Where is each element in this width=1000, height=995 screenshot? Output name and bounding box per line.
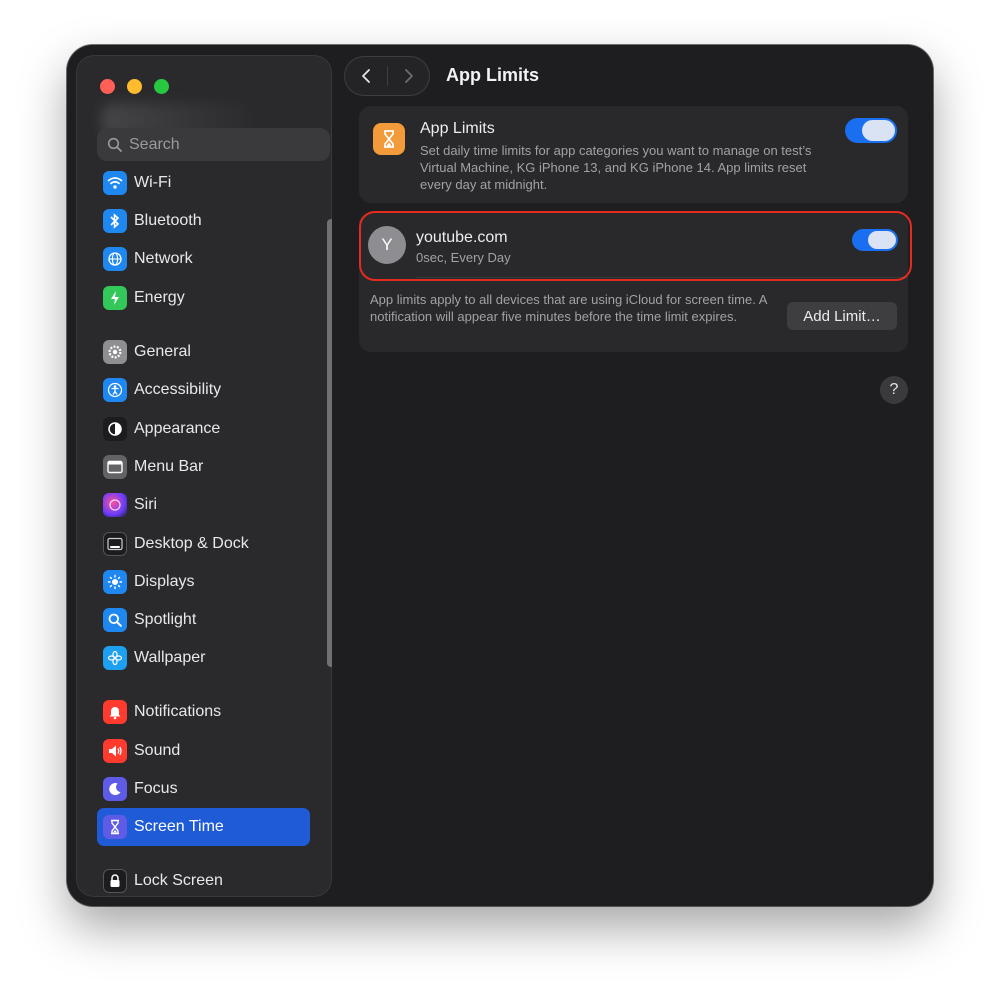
bluetooth-icon: [103, 209, 127, 233]
hourglass-icon: [373, 123, 405, 155]
sidebar-item-label: Appearance: [134, 420, 221, 437]
sidebar-item-label: Siri: [134, 496, 158, 513]
speaker-icon: [103, 739, 127, 763]
sidebar-item-screen-time[interactable]: Screen Time: [97, 808, 310, 846]
sidebar-item-label: Focus: [134, 780, 178, 797]
siri-icon: [103, 493, 127, 517]
flower-icon: [103, 646, 127, 670]
moon-icon: [103, 777, 127, 801]
bell-icon: [103, 700, 127, 724]
sidebar-item-label: Accessibility: [134, 381, 222, 398]
dock-icon: [103, 532, 127, 556]
sidebar-item-focus[interactable]: Focus: [97, 770, 310, 808]
sidebar-item-label: Displays: [134, 573, 195, 590]
sidebar-item-energy[interactable]: Energy: [97, 279, 310, 317]
sidebar-item-label: Sound: [134, 742, 181, 759]
app-limits-title: App Limits: [420, 120, 495, 137]
limit-toggle[interactable]: [852, 229, 898, 251]
sidebar-item-appearance[interactable]: Appearance: [97, 410, 310, 448]
sidebar-item-network[interactable]: Network: [97, 240, 310, 278]
sidebar-item-label: Wi-Fi: [134, 174, 172, 191]
app-limits-card: App Limits Set daily time limits for app…: [359, 106, 908, 203]
sidebar-scroll-thumb[interactable]: [327, 219, 332, 667]
toggle-knob: [868, 231, 896, 249]
sidebar-item-notifications[interactable]: Notifications: [97, 693, 310, 731]
add-limit-button[interactable]: Add Limit…: [787, 302, 897, 330]
sidebar-item-general[interactable]: General: [97, 333, 310, 371]
sidebar-item-label: Lock Screen: [134, 872, 223, 889]
app-limits-toggle[interactable]: [845, 118, 897, 143]
sidebar-item-label: Bluetooth: [134, 212, 202, 229]
chevron-right-icon: [404, 69, 413, 83]
accessibility-icon: [103, 378, 127, 402]
search-input[interactable]: Search: [97, 128, 330, 161]
sidebar: Search Wi-Fi Bluetooth Network Energy Ge…: [76, 55, 332, 897]
search-placeholder: Search: [129, 135, 180, 153]
sidebar-item-wifi[interactable]: Wi-Fi: [97, 164, 310, 202]
sidebar-item-menu-bar[interactable]: Menu Bar: [97, 448, 310, 486]
wifi-icon: [103, 171, 127, 195]
sidebar-item-label: Wallpaper: [134, 649, 206, 666]
sidebar-item-accessibility[interactable]: Accessibility: [97, 371, 310, 409]
globe-icon: [103, 247, 127, 271]
search-icon: [107, 137, 122, 152]
close-window-button[interactable]: [100, 79, 115, 94]
forward-button[interactable]: [387, 56, 430, 96]
lock-icon: [103, 869, 127, 893]
sidebar-item-wallpaper[interactable]: Wallpaper: [97, 639, 310, 677]
sidebar-item-label: Menu Bar: [134, 458, 204, 475]
sidebar-item-label: Notifications: [134, 703, 222, 720]
sidebar-item-sound[interactable]: Sound: [97, 732, 310, 770]
settings-window: Search Wi-Fi Bluetooth Network Energy Ge…: [67, 45, 933, 906]
chevron-left-icon: [361, 69, 370, 83]
sun-icon: [103, 570, 127, 594]
menubar-icon: [103, 455, 127, 479]
sidebar-item-displays[interactable]: Displays: [97, 563, 310, 601]
gear-icon: [103, 340, 127, 364]
sidebar-item-label: General: [134, 343, 191, 360]
appearance-icon: [103, 417, 127, 441]
limits-footer-text: App limits apply to all devices that are…: [370, 292, 767, 324]
bolt-icon: [103, 286, 127, 310]
row-divider: [416, 277, 908, 278]
hourglass-icon: [103, 815, 127, 839]
sidebar-item-label: Energy: [134, 289, 185, 306]
sidebar-item-label: Desktop & Dock: [134, 535, 249, 552]
minimize-window-button[interactable]: [127, 79, 142, 94]
navigation-buttons: [344, 56, 430, 96]
sidebar-item-label: Spotlight: [134, 611, 197, 628]
sidebar-item-lock-screen[interactable]: Lock Screen: [97, 862, 310, 897]
sidebar-item-spotlight[interactable]: Spotlight: [97, 601, 310, 639]
app-avatar: Y: [368, 226, 406, 264]
sidebar-item-label: Network: [134, 250, 193, 267]
app-limits-description: Set daily time limits for app categories…: [420, 143, 812, 192]
zoom-window-button[interactable]: [154, 79, 169, 94]
toggle-knob: [862, 120, 895, 141]
limit-detail: 0sec, Every Day: [416, 250, 511, 265]
magnifier-icon: [103, 608, 127, 632]
page-title: App Limits: [446, 65, 539, 85]
help-button[interactable]: ?: [880, 376, 908, 404]
back-button[interactable]: [344, 56, 387, 96]
sidebar-item-siri[interactable]: Siri: [97, 486, 310, 524]
sidebar-item-desktop-dock[interactable]: Desktop & Dock: [97, 525, 310, 563]
limit-app-name: youtube.com: [416, 229, 508, 246]
sidebar-item-label: Screen Time: [134, 818, 224, 835]
sidebar-item-bluetooth[interactable]: Bluetooth: [97, 202, 310, 240]
